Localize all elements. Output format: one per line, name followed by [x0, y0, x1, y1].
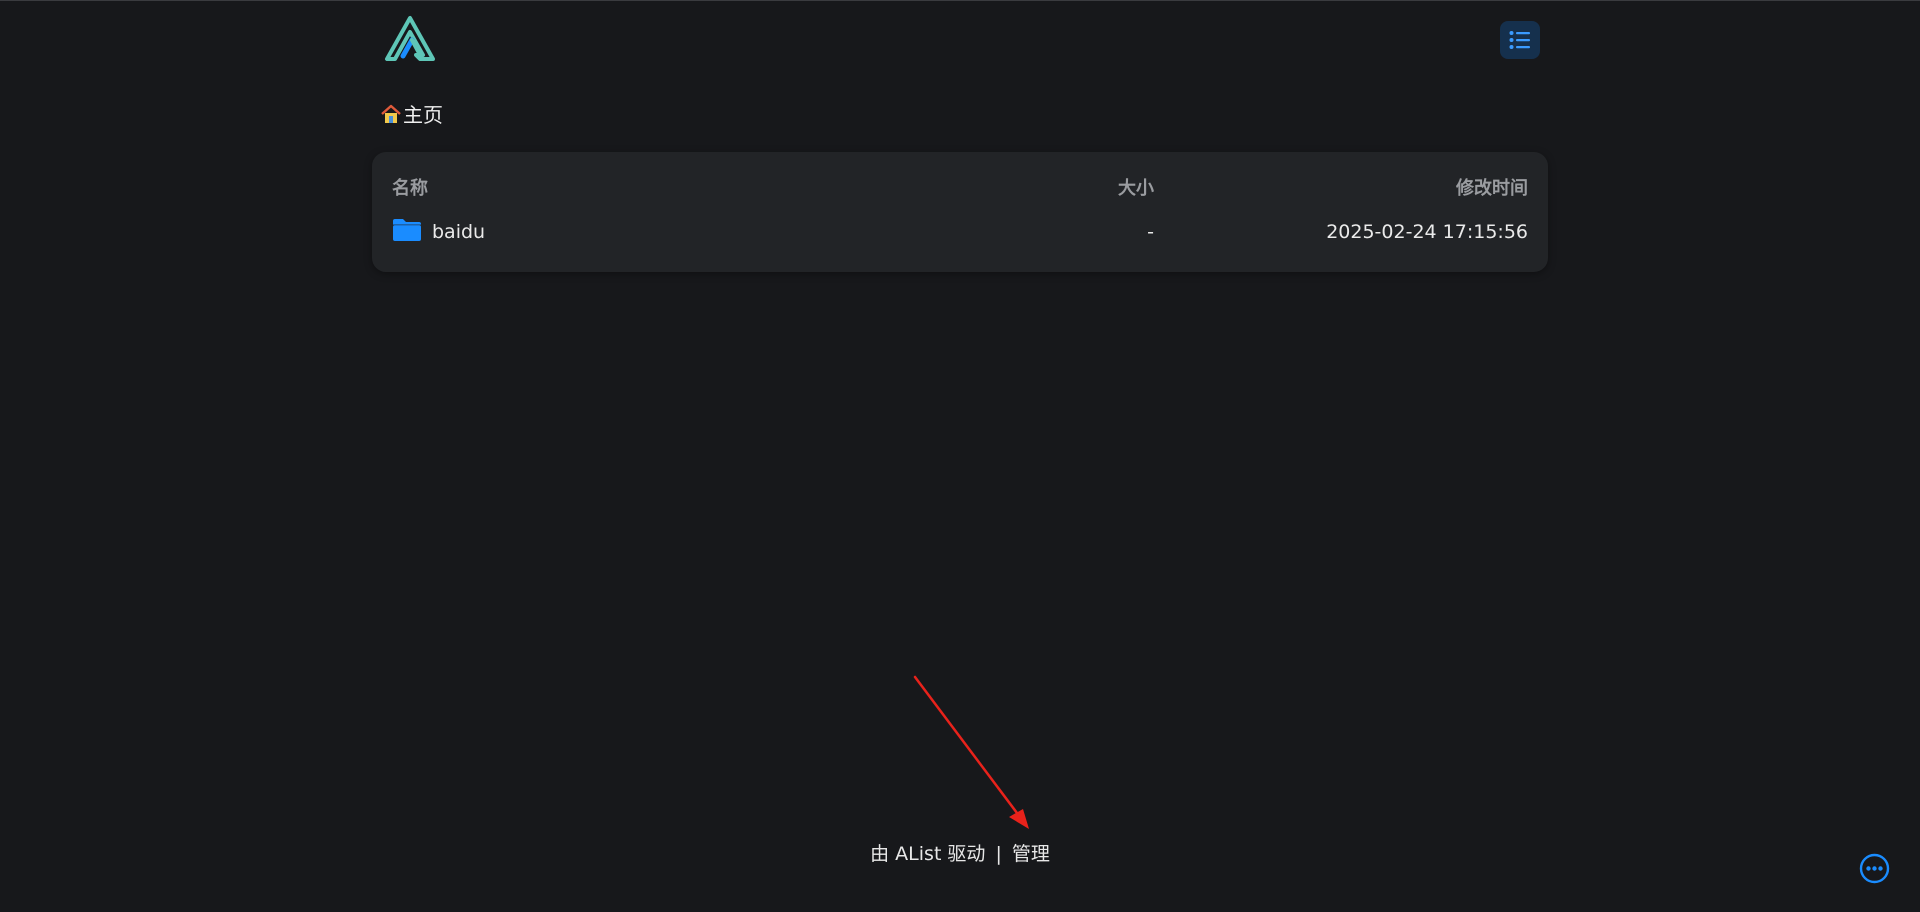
page: 主页 名称 大小 修改时间 baidu - 2025-02-24 17:15:5… — [0, 0, 1920, 912]
footer: 由 AList 驱动 | 管理 — [0, 839, 1920, 866]
footer-separator: | — [995, 843, 1002, 865]
header — [372, 1, 1548, 79]
column-header-modified[interactable]: 修改时间 — [1456, 174, 1528, 200]
list-view-button[interactable] — [1500, 21, 1540, 59]
file-modified: 2025-02-24 17:15:56 — [1326, 221, 1528, 243]
manage-link[interactable]: 管理 — [1012, 843, 1050, 865]
file-name[interactable]: baidu — [432, 221, 485, 243]
breadcrumb[interactable]: 主页 — [380, 99, 443, 128]
breadcrumb-home-label[interactable]: 主页 — [403, 99, 443, 128]
folder-icon — [393, 219, 421, 241]
annotation-arrow — [913, 675, 1029, 829]
main-container: 主页 名称 大小 修改时间 baidu - 2025-02-24 17:15:5… — [372, 1, 1548, 272]
table-row[interactable]: baidu - 2025-02-24 17:15:56 — [372, 210, 1548, 254]
alist-logo-icon[interactable] — [383, 15, 437, 63]
file-size: - — [1147, 221, 1154, 243]
column-header-name[interactable]: 名称 — [392, 174, 428, 200]
powered-by-link[interactable]: 由 AList 驱动 — [870, 843, 985, 865]
more-dots-icon[interactable] — [1859, 853, 1890, 884]
column-header-size[interactable]: 大小 — [1118, 174, 1154, 200]
file-list-panel: 名称 大小 修改时间 baidu - 2025-02-24 17:15:56 — [372, 152, 1548, 272]
list-icon — [1509, 31, 1530, 49]
house-icon — [381, 104, 401, 123]
